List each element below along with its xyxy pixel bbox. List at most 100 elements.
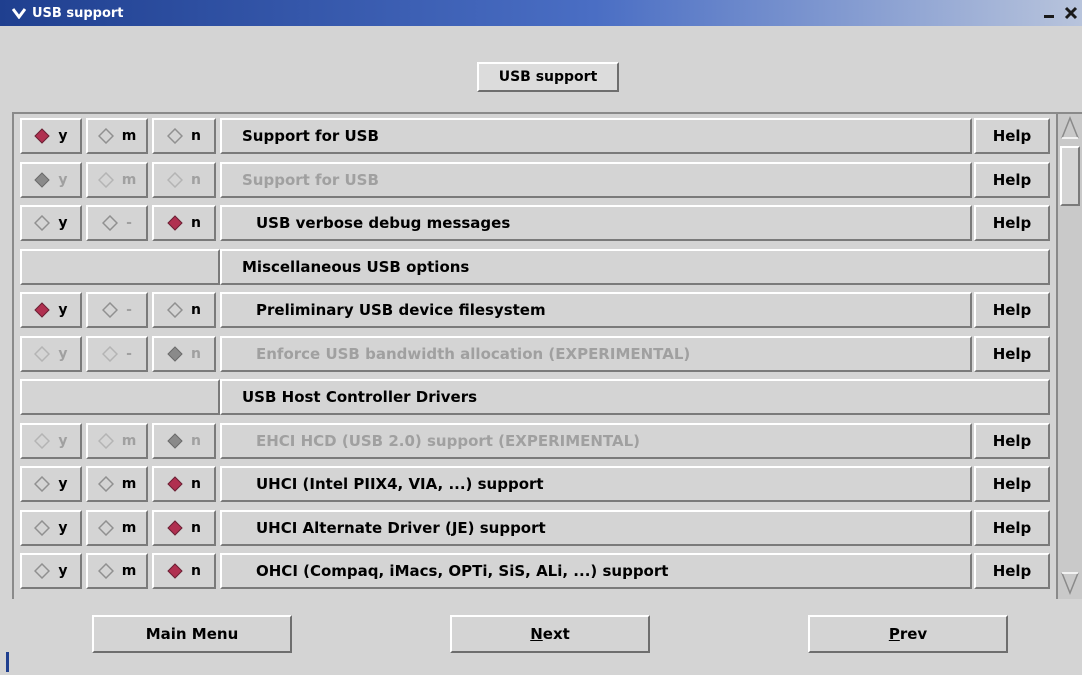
option-label-cell: Support for USB [220,118,972,154]
help-button[interactable]: Help [974,422,1050,459]
option-label: UHCI (Intel PIIX4, VIA, ...) support [256,475,544,493]
submenu-button[interactable]: USB Host Controller Drivers [220,379,1050,415]
help-label: Help [992,301,1032,319]
option-row: y m n UHCI (Intel PIIX4, VIA, ...) support H… [18,464,1052,504]
minimize-icon[interactable] [1038,2,1060,24]
option-label: UHCI Alternate Driver (JE) support [256,518,546,537]
radio-y-cell[interactable]: y [20,205,82,241]
option-label-cell: UHCI (Intel PIIX4, VIA, ...) support [220,466,972,502]
radio-m-cell[interactable]: - [86,205,148,241]
help-button[interactable]: Help [974,205,1050,241]
scroll-down-arrow-icon[interactable] [1060,571,1080,595]
radio-unselected-icon [97,563,114,579]
next-mnemonic: N [530,625,543,643]
radio-n-label: n [191,302,201,318]
radio-m-label: m [121,432,137,449]
option-label-cell: Support for USB [220,161,972,198]
radio-y-label: y [58,563,68,579]
option-label: OHCI (Compaq, iMacs, OPTi, SiS, ALi, ...… [256,562,669,580]
radio-n-cell[interactable]: n [152,553,216,589]
option-row: y m n Support for USB Help [18,160,1052,200]
help-label: Help [992,344,1032,363]
vertical-scrollbar[interactable] [1056,114,1082,599]
main-menu-button[interactable]: Main Menu [92,615,292,653]
option-row: y m n UHCI Alternate Driver (JE) support Hel… [18,508,1052,548]
section-title-button[interactable]: USB support [477,62,619,92]
option-label-cell: OHCI (Compaq, iMacs, OPTi, SiS, ALi, ...… [220,553,972,589]
radio-unselected-icon [102,302,119,318]
help-label: Help [992,518,1032,537]
radio-y-cell[interactable]: y [20,118,82,154]
radio-unselected-icon [34,563,51,579]
window-menu-icon[interactable] [8,2,30,24]
prev-mnemonic: P [888,625,900,643]
radio-y-label: y [58,345,68,362]
submenu-row: Miscellaneous USB options [18,247,1052,287]
radio-y-label: y [58,519,68,536]
radio-m-cell[interactable]: - [86,292,148,328]
help-button[interactable]: Help [974,509,1050,546]
radio-unselected-icon [34,215,51,231]
radio-n-label: n [191,476,201,492]
radio-m-label: - [126,215,132,231]
option-label-cell: UHCI Alternate Driver (JE) support [220,509,972,546]
radio-y-cell[interactable]: y [20,466,82,502]
radio-y-label: y [58,302,68,318]
radio-unselected-icon [34,432,51,449]
radio-selected-icon [34,302,51,318]
radio-m-cell[interactable]: m [86,118,148,154]
radio-n-label: n [191,432,201,449]
help-button[interactable]: Help [974,118,1050,154]
radio-selected-icon [167,519,183,536]
option-label: Support for USB [242,127,379,145]
help-button[interactable]: Help [974,553,1050,589]
radio-m-cell[interactable]: m [86,553,148,589]
radio-n-cell[interactable]: n [152,205,216,241]
radio-selected-icon [167,476,183,492]
radio-n-label: n [191,128,201,144]
close-icon[interactable] [1060,2,1082,24]
submenu-spacer [20,379,220,415]
radio-selected-icon [34,128,51,144]
option-label-cell: Enforce USB bandwidth allocation (EXPERI… [220,335,972,372]
radio-n-cell: n [152,161,216,198]
option-label-cell: USB verbose debug messages [220,205,972,241]
prev-button[interactable]: Prev [808,615,1008,653]
radio-y-cell: y [20,161,82,198]
radio-m-cell[interactable]: m [86,509,148,546]
radio-y-cell[interactable]: y [20,553,82,589]
footer-bar: Main Menu Next Prev [0,599,1082,675]
option-row: y m n Support for USB Help [18,116,1052,156]
radio-y-cell[interactable]: y [20,292,82,328]
next-button[interactable]: Next [450,615,650,653]
next-label-rest: ext [542,625,570,643]
prev-label-rest: rev [899,625,928,643]
help-button[interactable]: Help [974,466,1050,502]
submenu-button[interactable]: Miscellaneous USB options [220,248,1050,285]
radio-n-cell[interactable]: n [152,292,216,328]
radio-n-label: n [191,215,201,231]
radio-selected-icon [34,171,51,188]
radio-unselected-icon [167,302,184,318]
scroll-up-arrow-icon[interactable] [1060,116,1080,140]
radio-y-cell[interactable]: y [20,509,82,546]
help-button[interactable]: Help [974,292,1050,328]
option-label: EHCI HCD (USB 2.0) support (EXPERIMENTAL… [256,431,641,450]
radio-n-label: n [191,171,201,188]
option-label: Support for USB [242,170,379,189]
help-button[interactable]: Help [974,161,1050,198]
radio-n-cell[interactable]: n [152,466,216,502]
radio-unselected-icon [97,519,114,536]
radio-n-cell: n [152,422,216,459]
radio-n-cell[interactable]: n [152,509,216,546]
radio-m-cell[interactable]: m [86,466,148,502]
scroll-thumb[interactable] [1060,146,1080,206]
radio-n-label: n [191,519,201,536]
radio-m-label: m [121,519,137,536]
submenu-label: USB Host Controller Drivers [242,388,478,406]
radio-y-label: y [58,171,68,188]
help-button[interactable]: Help [974,335,1050,372]
radio-m-label: m [121,563,137,579]
radio-n-cell[interactable]: n [152,118,216,154]
radio-selected-icon [167,432,183,449]
